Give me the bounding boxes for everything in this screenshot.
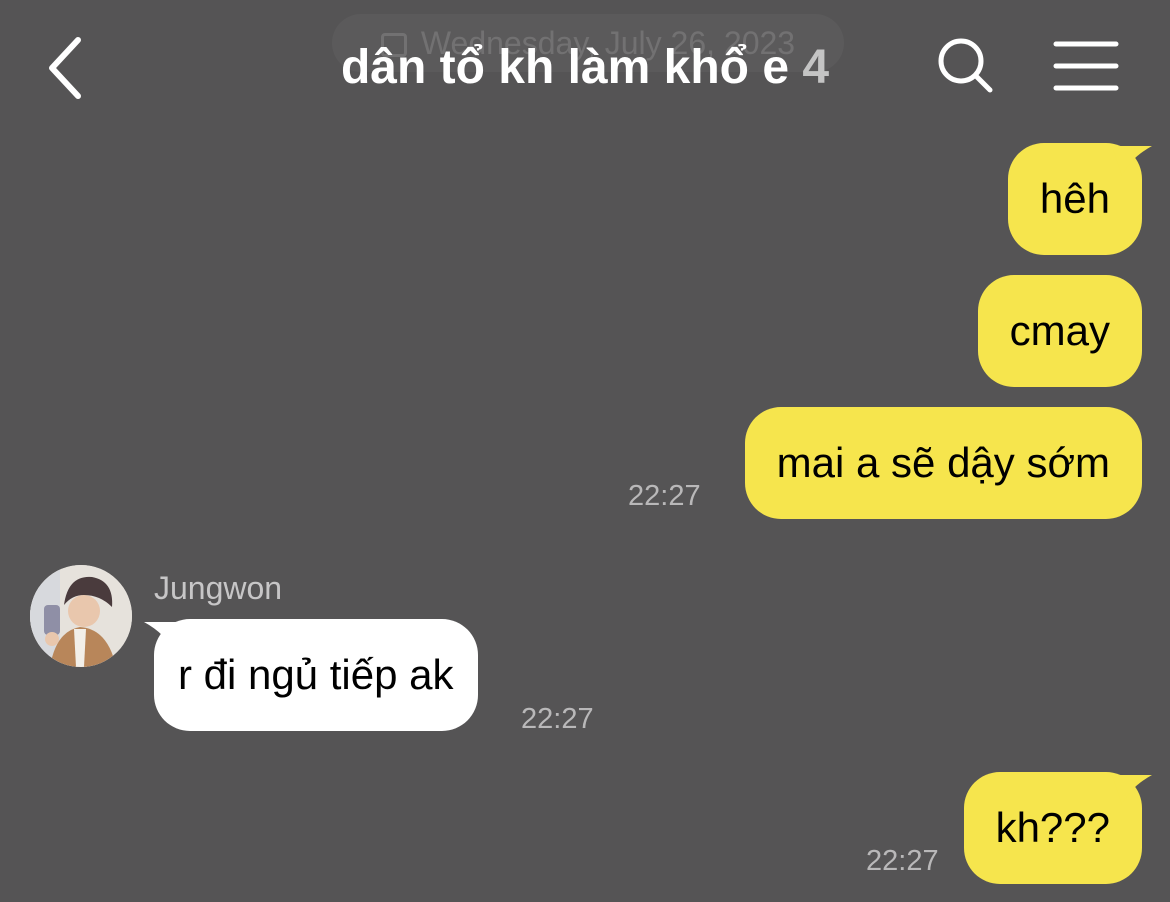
message-text: kh??? <box>995 804 1110 851</box>
message-timestamp: 22:27 <box>521 703 594 735</box>
avatar[interactable] <box>30 565 132 667</box>
chat-title-text: dân tổ kh làm khổ e <box>340 41 790 94</box>
member-count: 4 <box>802 41 830 94</box>
message-text: mai a sẽ dậy sớm <box>776 439 1110 486</box>
message-timestamp: 22:27 <box>628 480 701 512</box>
search-button[interactable] <box>930 30 1000 100</box>
bubble-tail <box>1112 146 1152 176</box>
message-text: r đi ngủ tiếp ak <box>178 651 454 698</box>
message-text: hêh <box>1039 175 1110 222</box>
chat-header: Wednesday, July 26, 2023 dân tổ kh làm k… <box>0 0 1170 135</box>
search-icon <box>938 38 993 93</box>
chat-title: dân tổ kh làm khổ e 4 <box>290 38 880 98</box>
menu-button[interactable] <box>1050 36 1122 96</box>
message-timestamp: 22:27 <box>866 845 939 877</box>
message-bubble-outgoing[interactable]: cmay <box>977 275 1142 387</box>
bubble-tail <box>144 622 184 652</box>
hamburger-menu-icon <box>1053 41 1119 91</box>
back-button[interactable] <box>30 28 100 108</box>
profile-photo-icon <box>30 565 132 667</box>
message-text: cmay <box>1009 307 1110 354</box>
message-bubble-incoming[interactable]: r đi ngủ tiếp ak <box>154 619 478 731</box>
message-bubble-outgoing[interactable]: mai a sẽ dậy sớm <box>744 407 1142 519</box>
bubble-tail <box>1112 775 1152 805</box>
chevron-left-icon <box>49 37 81 99</box>
sender-name: Jungwon <box>154 570 283 606</box>
